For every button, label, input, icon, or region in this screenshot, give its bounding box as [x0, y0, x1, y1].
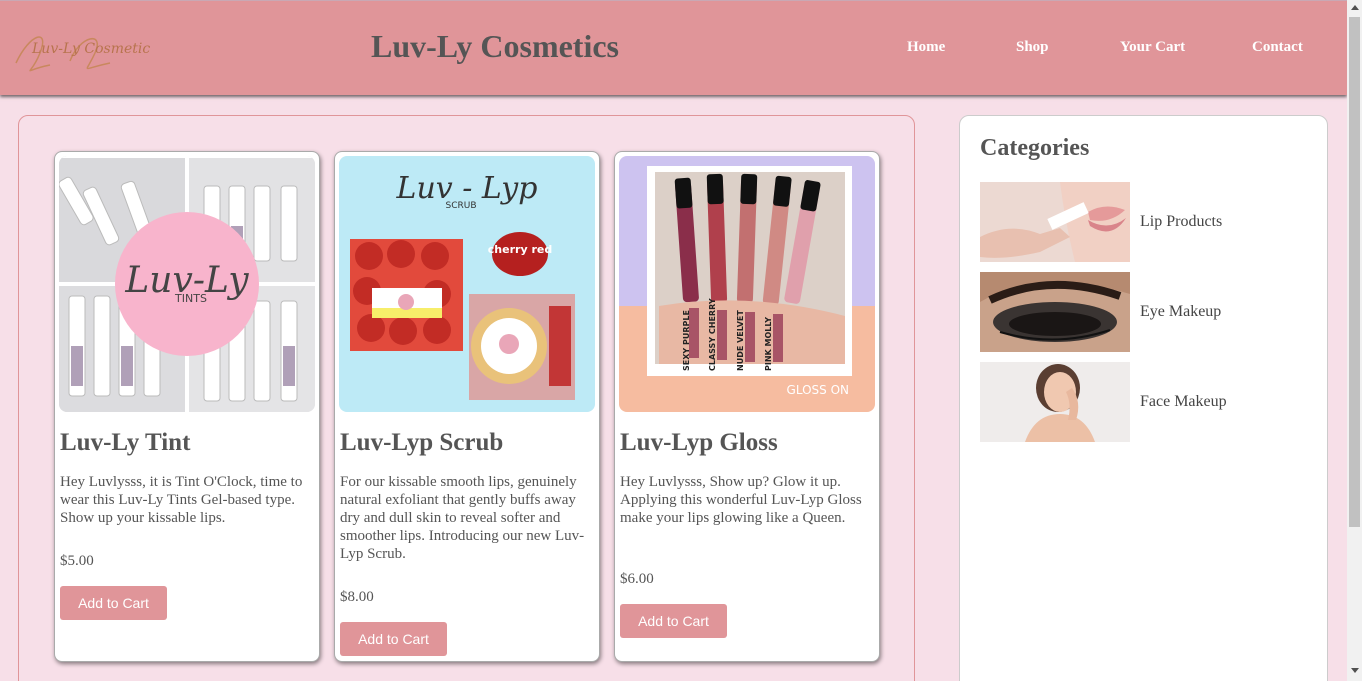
category-thumb-eye[interactable] [980, 272, 1130, 352]
site-logo[interactable]: Luv-Ly Cosmetics [10, 23, 157, 75]
product-description: Hey Luvlysss, Show up? Glow it up. Apply… [620, 474, 862, 526]
logo-text: Luv-Ly Cosmetics [31, 41, 150, 57]
nav-shop[interactable]: Shop [1016, 39, 1049, 56]
category-thumb-lips[interactable] [980, 182, 1130, 262]
product-image-tint[interactable]: Luv-Ly TINTS [59, 156, 315, 412]
add-to-cart-button[interactable]: Add to Cart [60, 586, 167, 620]
nav-home[interactable]: Home [907, 39, 945, 56]
product-image-scrub[interactable]: Luv - Lyp SCRUB cherry red [339, 156, 595, 412]
category-label[interactable]: Eye Makeup [1140, 303, 1221, 321]
product-price: $5.00 [60, 553, 94, 569]
tint-image-subtitle: TINTS [174, 292, 207, 305]
scrub-image-subtitle: SCRUB [445, 201, 476, 211]
add-to-cart-button[interactable]: Add to Cart [340, 622, 447, 656]
product-card-gloss[interactable]: SEXY PURPLE CLASSY CHERRY NUDE VELVET PI… [614, 151, 880, 662]
categories-heading: Categories [980, 135, 1090, 161]
category-label[interactable]: Lip Products [1140, 213, 1222, 231]
scroll-up-arrow-icon[interactable] [1351, 5, 1359, 10]
product-price: $6.00 [620, 571, 654, 587]
scroll-down-arrow-icon[interactable] [1351, 668, 1359, 673]
category-eye-makeup[interactable]: Eye Makeup [980, 272, 1280, 352]
product-image-gloss[interactable]: SEXY PURPLE CLASSY CHERRY NUDE VELVET PI… [619, 156, 875, 412]
product-description: Hey Luvlysss, it is Tint O'Clock, time t… [60, 474, 303, 526]
product-card-tint[interactable]: Luv-Ly TINTS Luv-Ly Tint Hey Luvlysss, i… [54, 151, 320, 662]
gloss-swatch-label: SEXY PURPLE [682, 310, 691, 371]
gloss-swatch-label: PINK MOLLY [764, 317, 773, 371]
category-face-makeup[interactable]: Face Makeup [980, 362, 1280, 442]
product-description: For our kissable smooth lips, genuinely … [340, 474, 585, 562]
add-to-cart-button[interactable]: Add to Cart [620, 604, 727, 638]
gloss-swatch-label: CLASSY CHERRY [708, 298, 717, 371]
category-label[interactable]: Face Makeup [1140, 393, 1227, 411]
scroll-thumb[interactable] [1349, 17, 1360, 527]
scrub-image-badge: cherry red [488, 243, 552, 256]
gloss-image-caption: GLOSS ON [787, 383, 849, 397]
site-header: Luv-Ly Cosmetics Luv-Ly Cosmetics Home S… [0, 0, 1347, 95]
gloss-swatch-label: NUDE VELVET [736, 310, 745, 371]
product-card-scrub[interactable]: Luv - Lyp SCRUB cherry red Luv-Lyp Scrub… [334, 151, 600, 662]
product-title[interactable]: Luv-Ly Tint [60, 429, 190, 457]
product-title[interactable]: Luv-Lyp Scrub [340, 429, 503, 457]
category-lip-products[interactable]: Lip Products [980, 182, 1280, 262]
site-title: Luv-Ly Cosmetics [371, 28, 619, 64]
nav-your-cart[interactable]: Your Cart [1120, 39, 1185, 56]
product-price: $8.00 [340, 589, 374, 605]
nav-contact[interactable]: Contact [1252, 39, 1303, 56]
product-title[interactable]: Luv-Lyp Gloss [620, 429, 778, 457]
page-scrollbar[interactable] [1347, 0, 1362, 681]
category-thumb-face[interactable] [980, 362, 1130, 442]
